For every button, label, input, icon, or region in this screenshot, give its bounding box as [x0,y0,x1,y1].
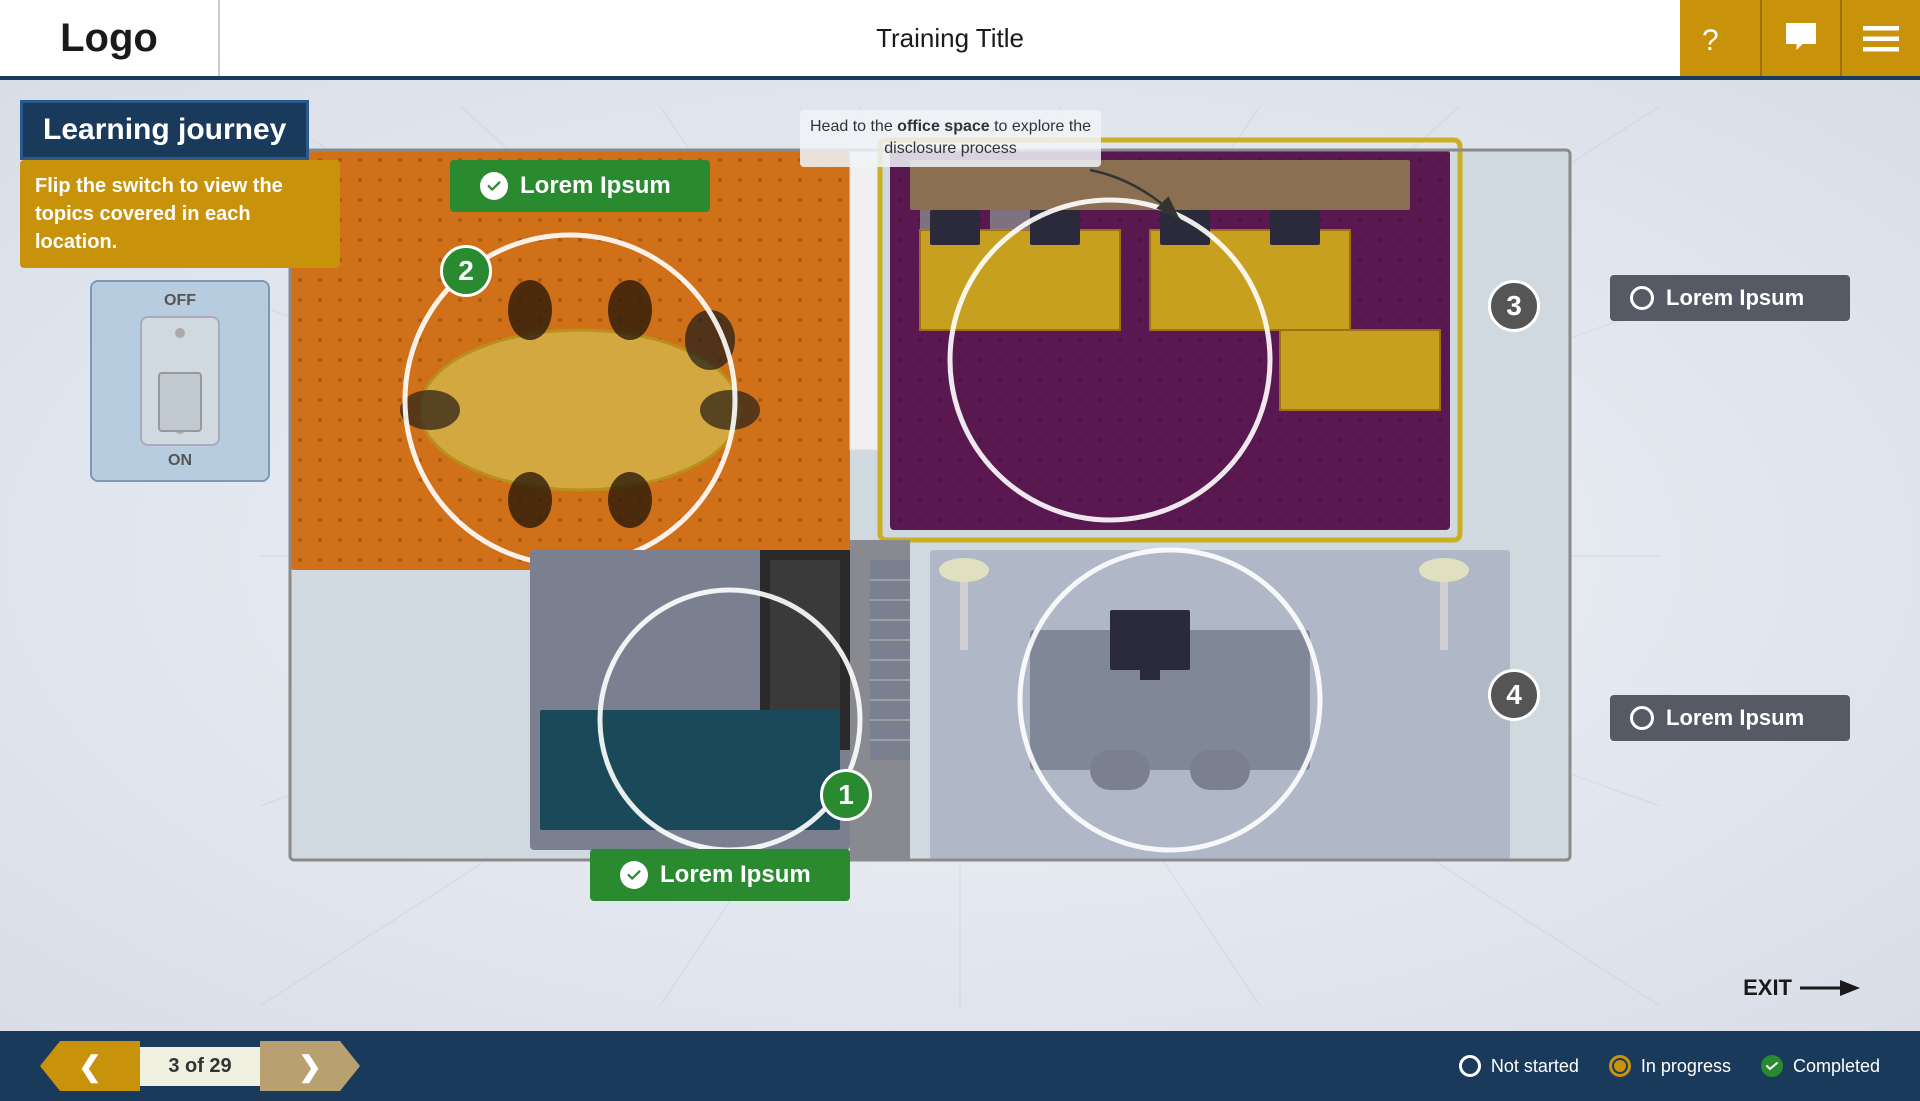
annotation-arrow [1080,160,1200,240]
flip-instruction: Flip the switch to view the topics cover… [20,160,340,268]
in-progress-label: In progress [1641,1056,1731,1077]
chat-button[interactable] [1760,0,1840,76]
left-panel: Learning journey Flip the switch to view… [20,100,340,482]
switch-body[interactable] [140,316,220,446]
location-2-text: Lorem Ipsum [520,172,671,200]
switch-on-label: ON [168,452,192,470]
completed-label: Completed [1793,1056,1880,1077]
switch-knob[interactable] [158,372,202,432]
exit-text: EXIT [1743,975,1792,1001]
office-annotation: Head to the office space to explore thed… [800,110,1101,167]
page-indicator: 3 of 29 [140,1047,260,1086]
prev-icon: ❮ [78,1050,101,1083]
header: Logo Training Title ? [0,0,1920,80]
switch-panel[interactable]: OFF ON [90,280,270,482]
location-4-badge[interactable]: 4 [1488,669,1540,721]
exit-area[interactable]: EXIT [1743,975,1860,1001]
help-button[interactable]: ? [1680,0,1760,76]
location-2-check [480,172,508,200]
svg-text:?: ? [1702,24,1719,56]
location-1-check [620,861,648,889]
location-3-radio [1630,286,1654,310]
training-title: Training Title [220,23,1680,54]
floor-map [230,130,1630,880]
location-4-label[interactable]: Lorem Ipsum [1610,695,1850,741]
learning-journey-title: Learning journey [20,100,309,160]
location-1-label[interactable]: Lorem Ipsum [590,849,850,901]
in-progress-icon [1609,1055,1631,1077]
footer: ❮ 3 of 29 ❯ Not started In progress Comp… [0,1031,1920,1101]
location-4-radio [1630,706,1654,730]
menu-button[interactable] [1840,0,1920,76]
legend-in-progress: In progress [1609,1055,1731,1077]
location-4-text: Lorem Ipsum [1666,705,1804,731]
completed-icon [1761,1055,1783,1077]
legend-not-started: Not started [1459,1055,1579,1077]
switch-off-label: OFF [164,292,196,310]
location-3-text: Lorem Ipsum [1666,285,1804,311]
location-1-badge[interactable]: 1 [820,769,872,821]
not-started-icon [1459,1055,1481,1077]
location-1-text: Lorem Ipsum [660,861,811,889]
prev-button[interactable]: ❮ [40,1041,140,1091]
switch-dot-left [175,328,185,338]
legend-completed: Completed [1761,1055,1880,1077]
location-2-label[interactable]: Lorem Ipsum [450,160,710,212]
next-button[interactable]: ❯ [260,1041,360,1091]
location-3-badge[interactable]: 3 [1488,280,1540,332]
logo: Logo [0,0,220,76]
exit-arrow [1800,976,1860,1000]
not-started-label: Not started [1491,1056,1579,1077]
legend: Not started In progress Completed [1459,1055,1880,1077]
nav-controls: ❮ 3 of 29 ❯ [40,1041,360,1091]
next-icon: ❯ [298,1050,321,1083]
location-3-label[interactable]: Lorem Ipsum [1610,275,1850,321]
header-buttons: ? [1680,0,1920,76]
main-content: Learning journey Flip the switch to view… [0,80,1920,1031]
location-2-badge[interactable]: 2 [440,245,492,297]
